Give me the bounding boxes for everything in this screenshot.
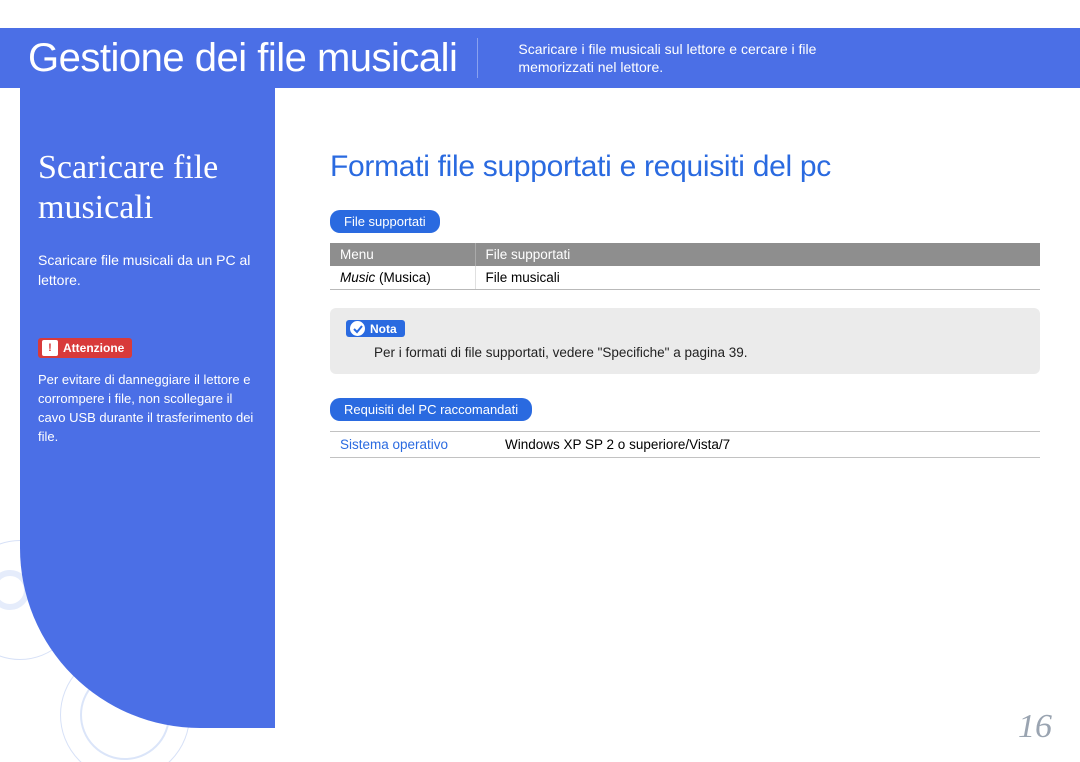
supported-files-pill: File supportati <box>330 210 440 233</box>
attention-badge: ! Attenzione <box>38 338 132 358</box>
page-number: 16 <box>1018 708 1052 746</box>
pc-requirements-table: Sistema operativo Windows XP SP 2 o supe… <box>330 431 1040 458</box>
sidebar-subtitle: Scaricare file musicali da un PC al lett… <box>38 250 257 290</box>
sidebar: Scaricare file musicali Scaricare file m… <box>20 88 275 728</box>
supported-files-table: Menu File supportati Music (Musica) File… <box>330 243 1040 290</box>
check-icon <box>350 321 365 336</box>
note-badge: Nota <box>346 320 405 337</box>
req-value: Windows XP SP 2 o superiore/Vista/7 <box>495 432 1040 458</box>
sidebar-title: Scaricare file musicali <box>38 148 257 228</box>
table-row: Music (Musica) File musicali <box>330 266 1040 290</box>
attention-label: Attenzione <box>63 341 124 355</box>
page-header-title: Gestione dei file musicali <box>0 36 457 81</box>
table-header-menu: Menu <box>330 243 475 266</box>
note-label: Nota <box>370 322 397 336</box>
section-title: Formati file supportati e requisiti del … <box>330 150 1050 184</box>
table-row: Sistema operativo Windows XP SP 2 o supe… <box>330 432 1040 458</box>
table-cell-supported: File musicali <box>475 266 1040 290</box>
page-header: Gestione dei file musicali Scaricare i f… <box>0 28 1080 88</box>
req-label: Sistema operativo <box>330 432 495 458</box>
table-header-supported: File supportati <box>475 243 1040 266</box>
pc-requirements-pill: Requisiti del PC raccomandati <box>330 398 532 421</box>
attention-body: Per evitare di danneggiare il lettore e … <box>38 370 257 446</box>
menu-name-italic: Music <box>340 270 375 285</box>
menu-name-plain: (Musica) <box>375 270 431 285</box>
note-body: Per i formati di file supportati, vedere… <box>346 345 1024 360</box>
table-cell-menu: Music (Musica) <box>330 266 475 290</box>
attention-icon: ! <box>42 340 58 356</box>
page-header-subtitle: Scaricare i file musicali sul lettore e … <box>478 40 918 76</box>
main-content: Formati file supportati e requisiti del … <box>330 150 1050 458</box>
note-box: Nota Per i formati di file supportati, v… <box>330 308 1040 374</box>
